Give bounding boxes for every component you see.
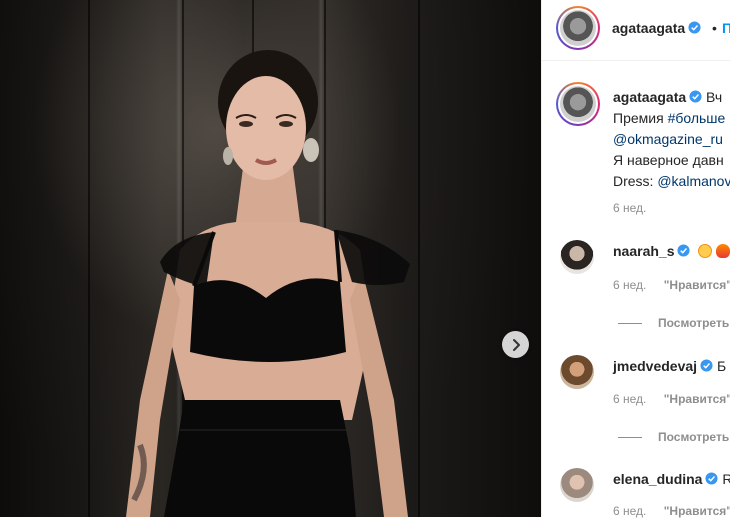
comment-2: jmedvedevaj Б [613,358,726,374]
comment-like-count[interactable]: "Нравится": [664,278,730,292]
comment-timestamp[interactable]: 6 нед. [613,504,646,518]
follow-button[interactable]: П [722,20,730,36]
comment-meta: 6 нед. "Нравится": [613,278,730,292]
commenter-avatar[interactable] [560,240,594,274]
woman-figure [126,50,410,517]
comment-meta: 6 нед. "Нравится": [613,504,730,518]
caption-line-3: Я наверное давн [613,152,724,168]
caption-author[interactable]: agataagata [613,89,686,105]
caption-head: agataagata Вч [613,89,722,105]
verified-badge-icon [689,90,702,103]
commenter-username[interactable]: jmedvedevaj [613,358,697,374]
carousel-next-button[interactable] [502,331,529,358]
commenter-avatar[interactable] [560,468,594,502]
comment-timestamp[interactable]: 6 нед. [613,392,646,406]
comment-like-count[interactable]: "Нравится": [664,392,730,406]
comment-meta: 6 нед. "Нравится": [613,392,730,406]
heart-eyes-emoji-icon [698,244,713,258]
mention-link[interactable]: @kalmanov [657,173,730,189]
comment-timestamp[interactable]: 6 нед. [613,278,646,292]
author-avatar[interactable] [556,6,600,50]
post-side-panel: agataagata • П agataagata Вч Премия #бол… [541,0,730,518]
fire-emoji-icon [716,244,730,258]
verified-badge-icon [688,21,701,34]
author-username[interactable]: agataagata [612,20,701,36]
view-replies-button[interactable]: Посмотреть [618,316,729,330]
post-header: agataagata • П [542,0,730,61]
verified-badge-icon [705,472,719,485]
commenter-avatar[interactable] [560,355,594,389]
caption-timestamp[interactable]: 6 нед. [613,201,646,215]
header-separator: • [712,20,717,36]
caption-line-1: Премия #больше [613,110,726,126]
comment-text: R [722,471,730,487]
verified-badge-icon [677,244,691,257]
commenter-username[interactable]: naarah_s [613,243,674,259]
commenter-username[interactable]: elena_dudina [613,471,702,487]
caption-author-avatar[interactable] [556,82,600,126]
post-photo[interactable] [0,0,541,517]
comment-text: Б [716,358,727,374]
comment-1: naarah_s [613,243,730,259]
verified-badge-icon [700,359,713,372]
caption-line-4: Dress: @kalmanov [613,173,730,189]
caption-text-start: Вч [706,89,723,105]
mention-link[interactable]: @okmagazine_ru [613,131,723,147]
comment-3: elena_dudina R [613,471,730,487]
caption-line-2: @okmagazine_ru [613,131,723,147]
comment-like-count[interactable]: "Нравится": [664,504,730,518]
hashtag-link[interactable]: #больше [668,110,726,126]
view-replies-button[interactable]: Посмотреть [618,430,729,444]
chevron-right-icon [512,338,520,351]
